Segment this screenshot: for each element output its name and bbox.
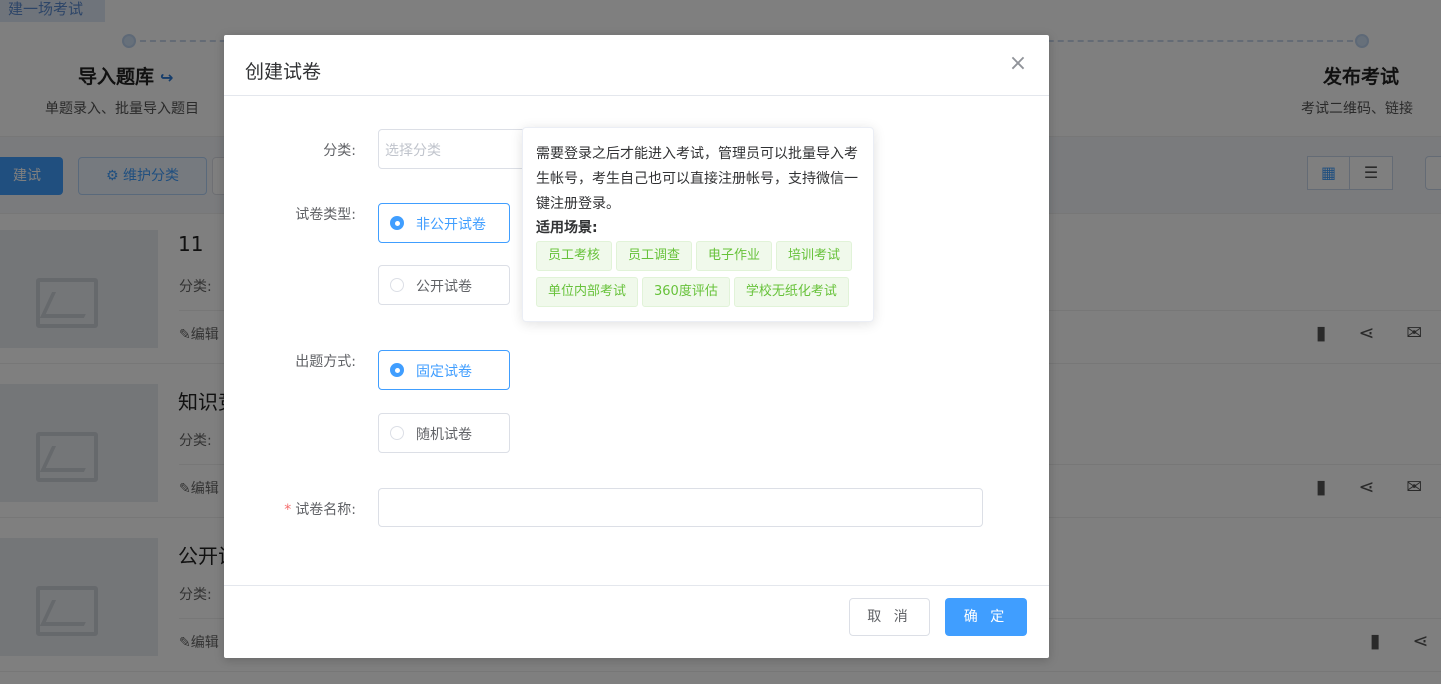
- paper-type-label: 试卷类型:: [295, 207, 356, 223]
- popover-scenarios-title: 适用场景:: [536, 220, 598, 236]
- radio-unchecked-icon: [390, 278, 404, 292]
- dialog-title: 创建试卷: [245, 61, 322, 83]
- confirm-button[interactable]: 确 定: [945, 598, 1027, 636]
- radio-checked-icon: [390, 216, 404, 230]
- paper-name-label-text: 试卷名称:: [295, 502, 356, 518]
- radio-public-label: 公开试卷: [416, 279, 472, 295]
- radio-private-label: 非公开试卷: [416, 217, 486, 233]
- paper-name-label: * 试卷名称:: [224, 499, 356, 519]
- scenario-tag: 员工调查: [616, 241, 693, 271]
- scenario-tag: 单位内部考试: [536, 277, 639, 307]
- scenario-tag: 培训考试: [776, 241, 853, 271]
- paper-type-popover: 需要登录之后才能进入考试，管理员可以批量导入考生帐号，考生自己也可以直接注册帐号…: [522, 127, 874, 322]
- scenario-tag: 360度评估: [642, 277, 730, 307]
- category-placeholder: 选择分类: [385, 143, 441, 159]
- question-mode-label: 出题方式:: [295, 354, 356, 370]
- dialog-header: 创建试卷 ×: [224, 35, 1049, 96]
- radio-public-paper[interactable]: 公开试卷: [378, 265, 510, 305]
- radio-private-paper[interactable]: 非公开试卷: [378, 203, 510, 243]
- scenario-tag: 学校无纸化考试: [733, 277, 849, 307]
- popover-description: 需要登录之后才能进入考试，管理员可以批量导入考生帐号，考生自己也可以直接注册帐号…: [536, 146, 858, 212]
- dialog-footer: 取 消 确 定: [224, 585, 1049, 658]
- radio-fixed-label: 固定试卷: [416, 364, 472, 380]
- scenario-tag: 电子作业: [696, 241, 773, 271]
- paper-name-input[interactable]: [378, 488, 983, 527]
- scenario-tags: 员工考核 员工调查 电子作业 培训考试 单位内部考试 360度评估 学校无纸化考…: [536, 241, 861, 307]
- scenario-tag: 员工考核: [536, 241, 613, 271]
- radio-unchecked-icon: [390, 426, 404, 440]
- radio-fixed-paper[interactable]: 固定试卷: [378, 350, 510, 390]
- cancel-button[interactable]: 取 消: [849, 598, 930, 636]
- radio-checked-icon: [390, 363, 404, 377]
- radio-random-paper[interactable]: 随机试卷: [378, 413, 510, 453]
- close-icon[interactable]: ×: [1007, 53, 1029, 75]
- category-label: 分类:: [323, 143, 356, 159]
- required-mark: *: [284, 502, 292, 518]
- category-select[interactable]: 选择分类: [378, 129, 528, 169]
- radio-random-label: 随机试卷: [416, 427, 472, 443]
